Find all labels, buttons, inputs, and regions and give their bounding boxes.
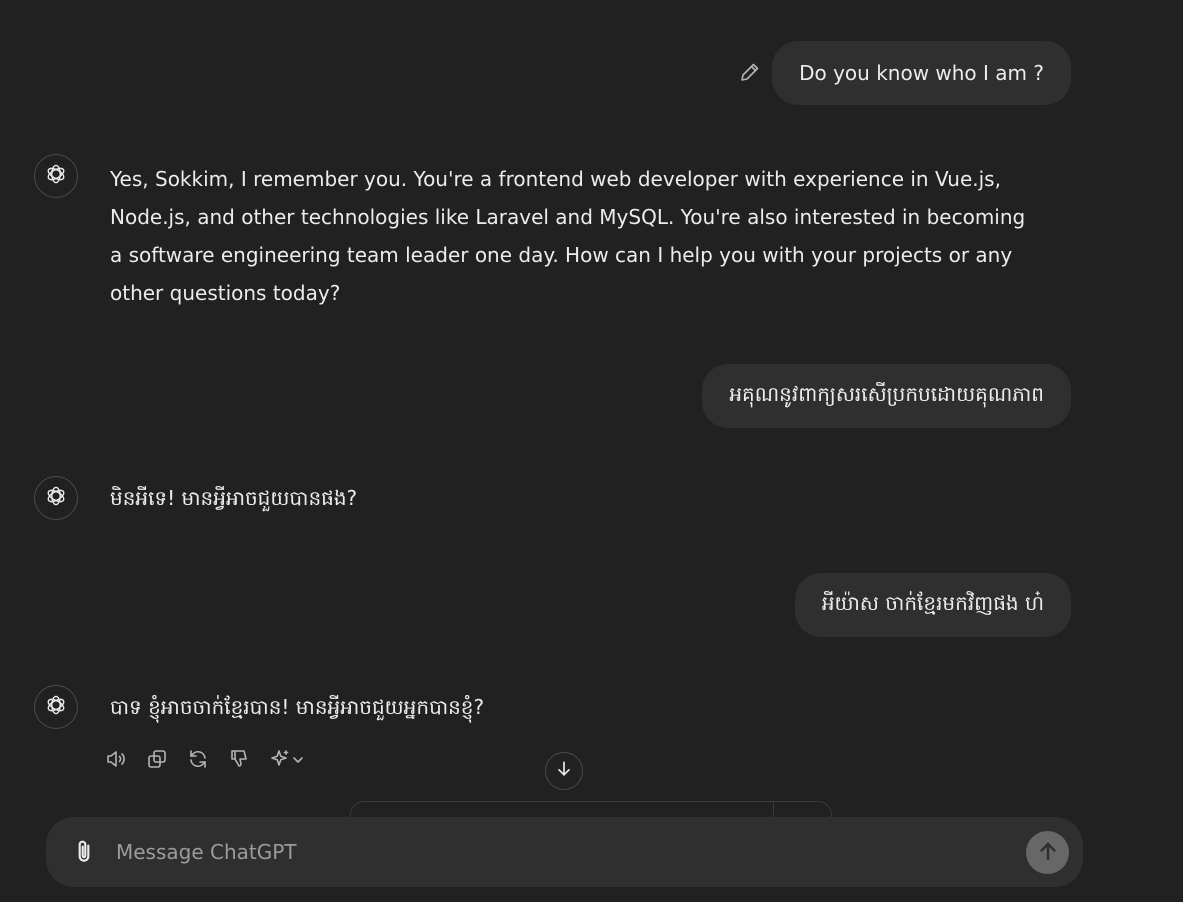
thumbs-down-icon[interactable] xyxy=(227,744,251,774)
assistant-message: Yes, Sokkim, I remember you. You're a fr… xyxy=(110,167,1026,305)
regenerate-icon[interactable] xyxy=(186,744,210,774)
user-message-text: អីយ៉ាស ចាក់ខ្មែរមកវិញផង ហ៎ xyxy=(821,591,1044,615)
copy-icon[interactable] xyxy=(145,744,169,774)
user-message: Do you know who I am ? xyxy=(772,41,1071,105)
scroll-to-bottom-button[interactable] xyxy=(545,752,583,790)
openai-logo-icon xyxy=(44,693,68,721)
chat-page: Do you know who I am ? Yes, Sokkim, I re… xyxy=(0,0,1183,902)
user-message-text: Do you know who I am ? xyxy=(799,61,1044,85)
chatgpt-avatar xyxy=(34,476,78,520)
arrow-up-icon xyxy=(1036,839,1060,867)
user-message: អគុណនូវពាក្យសរសើប្រកបដោយគុណភាព xyxy=(702,364,1071,428)
user-message-text: អគុណនូវពាក្យសរសើប្រកបដោយគុណភាព xyxy=(729,382,1044,406)
assistant-message: បាទ ខ្ញុំអាចចាក់ខ្មែរបាន! មានអ្វីអាចជួយអ… xyxy=(110,695,485,719)
edit-message-icon[interactable] xyxy=(738,60,762,84)
speaker-icon[interactable] xyxy=(104,744,128,774)
sparkle-model-icon[interactable] xyxy=(268,744,306,774)
user-message: អីយ៉ាស ចាក់ខ្មែរមកវិញផង ហ៎ xyxy=(794,573,1071,637)
message-composer xyxy=(46,817,1083,887)
arrow-down-icon xyxy=(554,759,574,783)
message-action-bar xyxy=(104,744,306,774)
openai-logo-icon xyxy=(44,484,68,512)
chatgpt-avatar xyxy=(34,685,78,729)
chatgpt-avatar xyxy=(34,154,78,198)
paperclip-icon[interactable] xyxy=(70,837,98,867)
message-input[interactable] xyxy=(116,835,996,869)
assistant-message: មិនអីទេ! មានអ្វីអាចជួយបានផង? xyxy=(110,486,358,510)
openai-logo-icon xyxy=(44,162,68,190)
send-button[interactable] xyxy=(1026,831,1069,874)
